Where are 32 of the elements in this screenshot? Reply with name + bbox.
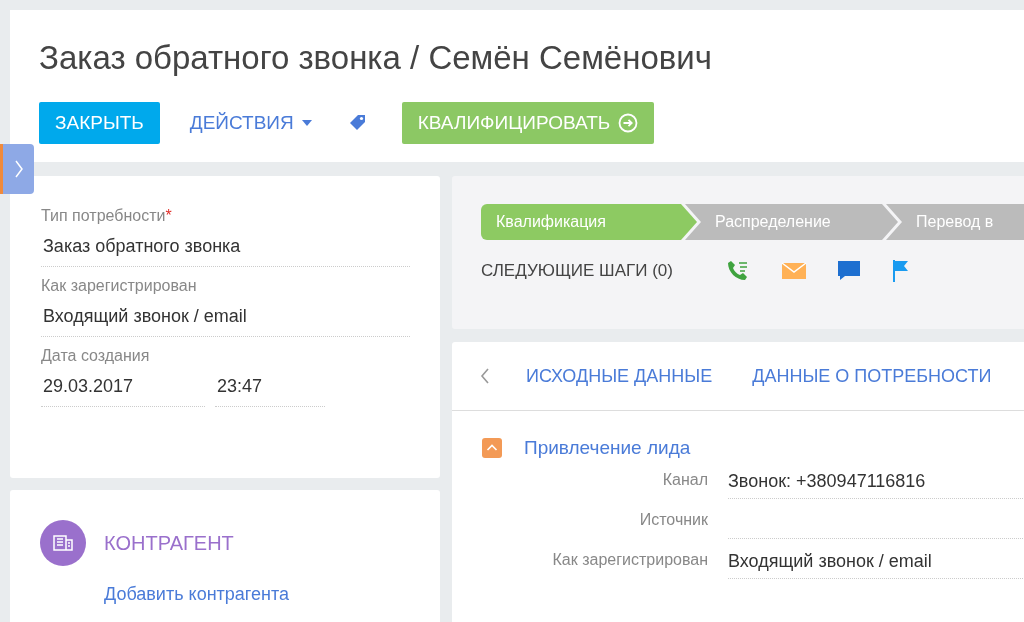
arrow-circle-icon [618, 113, 639, 133]
field-value[interactable]: 29.03.2017 [41, 368, 205, 407]
chevron-right-icon [13, 159, 24, 179]
field-label: Источник [638, 511, 708, 530]
chat-icon[interactable] [836, 260, 861, 282]
close-button[interactable]: ЗАКРЫТЬ [39, 102, 160, 144]
field-label: Тип потребности* [41, 206, 173, 226]
caret-icon [301, 120, 312, 126]
chevron-left-icon[interactable] [480, 367, 490, 385]
field-value[interactable]: Звонок: +380947116816 [728, 465, 1024, 499]
sidebar-toggle[interactable] [0, 144, 34, 194]
field-label: Как зарегистрирован [551, 551, 708, 570]
building-icon [40, 520, 86, 566]
required-mark: * [165, 207, 172, 224]
mail-icon[interactable] [780, 261, 807, 281]
account-title: КОНТРАГЕНТ [104, 531, 234, 555]
field-label: Как зарегистрирован [41, 276, 198, 296]
collapse-icon[interactable] [482, 438, 502, 458]
next-steps-tab[interactable]: СЛЕДУЮЩИЕ ШАГИ (0) [481, 261, 673, 281]
field-value[interactable]: Входящий звонок / email [41, 298, 410, 337]
field-value[interactable]: Входящий звонок / email [728, 545, 1024, 579]
page-title: Заказ обратного звонка / Семён Семёнович [39, 38, 713, 78]
flag-icon[interactable] [890, 259, 911, 283]
field-value[interactable]: 23:47 [215, 368, 325, 407]
field-label: Дата создания [41, 346, 151, 366]
tab[interactable]: ИСХОДНЫЕ ДАННЫЕ [526, 365, 713, 387]
field-label: Канал [661, 471, 708, 490]
section-title[interactable]: Привлечение лида [524, 437, 691, 459]
add-account-link[interactable]: Добавить контрагента [104, 584, 410, 605]
field-value[interactable]: Заказ обратного звонка [41, 228, 410, 267]
tab[interactable]: ДАННЫЕ О ПОТРЕБНОСТИ [752, 365, 992, 387]
actions-menu-button[interactable]: ДЕЙСТВИЯ [173, 102, 328, 144]
